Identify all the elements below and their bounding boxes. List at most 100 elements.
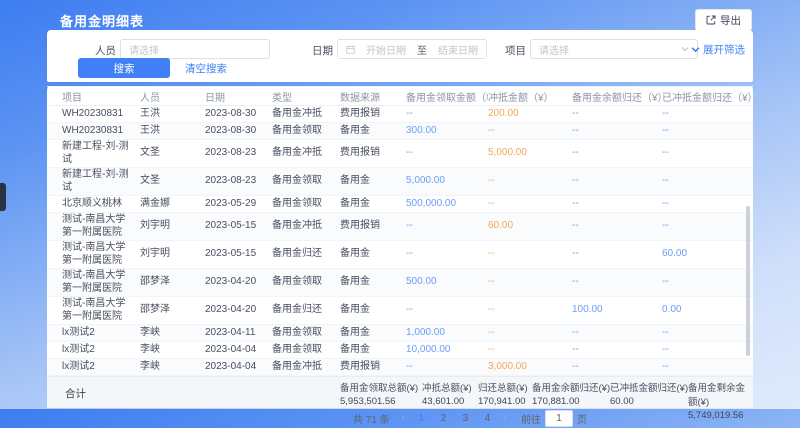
date-separator: 至	[417, 42, 427, 57]
table-cell: --	[488, 327, 572, 340]
table-row[interactable]: 北京顺义桃林满金娜2023-05-29备用金领取备用金500,000.00---…	[47, 196, 753, 213]
table-cell: 2023-04-11	[205, 327, 272, 340]
table-row[interactable]: lx测试2李峡2023-04-04备用金冲抵费用报销--3,000.00----	[47, 359, 753, 376]
person-select-placeholder: 请选择	[129, 42, 159, 57]
table-cell: 备用金	[340, 327, 406, 340]
table-cell: 500,000.00	[406, 198, 488, 211]
filter-panel: 人员 请选择 日期 开始日期 至 结束日期 项目 请选择	[47, 30, 753, 82]
table-body: WH20230831王洪2023-08-30备用金冲抵费用报销--200.00-…	[47, 106, 753, 376]
table-cell: --	[406, 304, 488, 317]
total-item-value: 60.00	[610, 396, 688, 407]
table-cell: 500.00	[406, 276, 488, 289]
project-select[interactable]: 请选择	[530, 39, 698, 59]
total-item: 备用金领取总额(¥)5,953,501.56	[340, 380, 418, 407]
total-item-value: 43,601.00	[422, 396, 472, 407]
chevron-down-icon	[681, 45, 689, 53]
goto-page-input[interactable]	[545, 410, 573, 427]
table-row[interactable]: 新建工程-刘-测试文圣2023-08-23备用金冲抵费用报销--5,000.00…	[47, 140, 753, 168]
table-cell: 备用金	[340, 248, 406, 261]
total-item-value: 5,749,019.56	[688, 410, 753, 421]
table-cell: lx测试2	[62, 327, 140, 340]
table-cell: 备用金归还	[272, 304, 340, 317]
table-cell: 2023-08-30	[205, 125, 272, 138]
column-header: 备用金余额归还（¥）	[572, 89, 662, 104]
table-cell: 2023-05-15	[205, 248, 272, 261]
table-cell: 刘宇明	[140, 220, 205, 233]
table-row[interactable]: 测试-南昌大学第一附属医院邵梦泽2023-04-20备用金领取备用金500.00…	[47, 269, 753, 297]
table-cell: --	[572, 220, 662, 233]
search-button[interactable]: 搜索	[78, 58, 170, 78]
vertical-scrollbar[interactable]	[746, 206, 750, 356]
table-row[interactable]: 新建工程-刘-测试文圣2023-08-23备用金领取备用金5,000.00---…	[47, 168, 753, 196]
page-number-button[interactable]: 1	[413, 410, 429, 426]
totals-label: 合计	[65, 386, 86, 401]
table-cell: --	[406, 248, 488, 261]
total-item-label: 备用金剩余金额(¥)	[688, 380, 753, 408]
table-cell: 备用金	[340, 198, 406, 211]
table-cell: 300.00	[406, 125, 488, 138]
export-button[interactable]: 导出	[695, 9, 752, 31]
table-cell: 费用报销	[340, 147, 406, 160]
table-cell: 费用报销	[340, 361, 406, 374]
table-cell: 备用金冲抵	[272, 147, 340, 160]
table-cell: 新建工程-刘-测试	[62, 141, 140, 166]
table-cell: 2023-08-30	[205, 108, 272, 121]
date-range-picker[interactable]: 开始日期 至 结束日期	[337, 39, 487, 59]
table-row[interactable]: WH20230831王洪2023-08-30备用金领取备用金300.00----…	[47, 123, 753, 140]
prev-page-button[interactable]: ‹	[400, 411, 408, 425]
table-cell: 测试-南昌大学第一附属医院	[62, 298, 140, 323]
column-header: 类型	[272, 89, 340, 104]
table-cell: 满金娜	[140, 198, 205, 211]
table-cell: 备用金领取	[272, 344, 340, 357]
table-cell: 备用金归还	[272, 248, 340, 261]
table-cell: 200.00	[488, 108, 572, 121]
table-cell: 费用报销	[340, 220, 406, 233]
table-row[interactable]: lx测试2李峡2023-04-04备用金领取备用金10,000.00------	[47, 342, 753, 359]
calendar-icon	[346, 45, 355, 54]
table-cell: 100.00	[572, 304, 662, 317]
pagination: 共 71 条 ‹ 1234 › 前往 页	[47, 408, 753, 428]
table-row[interactable]: WH20230831王洪2023-08-30备用金冲抵费用报销--200.00-…	[47, 106, 753, 123]
table-cell: 5,000.00	[488, 147, 572, 160]
page-number-button[interactable]: 2	[435, 410, 451, 426]
table-row[interactable]: 测试-南昌大学第一附属医院刘宇明2023-05-15备用金冲抵费用报销--60.…	[47, 213, 753, 241]
table-cell: --	[572, 198, 662, 211]
table-cell: --	[662, 361, 753, 374]
table-cell: 刘宇明	[140, 248, 205, 261]
page-number-button[interactable]: 3	[457, 410, 473, 426]
table-cell: --	[662, 198, 753, 211]
chevron-down-icon	[691, 45, 700, 54]
table-row[interactable]: 测试-南昌大学第一附属医院刘宇明2023-05-15备用金归还备用金------…	[47, 241, 753, 269]
column-header: 备用金领取金额（¥）	[406, 89, 488, 104]
expand-filters-button[interactable]: 展开筛选	[691, 42, 745, 57]
table-cell: 60.00	[488, 220, 572, 233]
table-cell: 备用金领取	[272, 125, 340, 138]
table-cell: WH20230831	[62, 125, 140, 138]
table-cell: 备用金	[340, 276, 406, 289]
table-cell: 文圣	[140, 175, 205, 188]
table-cell: --	[488, 198, 572, 211]
table-cell: --	[662, 147, 753, 160]
page-number-button[interactable]: 4	[479, 410, 495, 426]
goto-suffix: 页	[577, 411, 587, 426]
clear-search-button[interactable]: 清空搜索	[185, 61, 227, 76]
next-page-button[interactable]: ›	[501, 411, 509, 425]
person-select[interactable]: 请选择	[120, 39, 270, 59]
table-row[interactable]: lx测试2李峡2023-04-11备用金领取备用金1,000.00------	[47, 325, 753, 342]
table-cell: 备用金领取	[272, 198, 340, 211]
export-button-label: 导出	[720, 13, 741, 28]
table-cell: 新建工程-刘-测试	[62, 169, 140, 194]
table-row[interactable]: 测试-南昌大学第一附属医院邵梦泽2023-04-20备用金归还备用金----10…	[47, 297, 753, 325]
table-cell: 2023-08-23	[205, 175, 272, 188]
table-panel: 项目人员日期类型数据来源备用金领取金额（¥）冲抵金额（¥）备用金余额归还（¥）已…	[47, 86, 753, 400]
table-cell: 60.00	[662, 248, 753, 261]
total-item-label: 备用金余额归还(¥)	[532, 380, 610, 394]
collapsed-sidebar-handle[interactable]	[0, 183, 6, 211]
total-item: 备用金余额归还(¥)170,881.00	[532, 380, 610, 407]
table-cell: 北京顺义桃林	[62, 198, 140, 211]
date-start-placeholder: 开始日期	[366, 42, 406, 57]
total-item-value: 5,953,501.56	[340, 396, 418, 407]
total-item: 已冲抵金额归还(¥)60.00	[610, 380, 688, 407]
table-cell: --	[572, 125, 662, 138]
table-header-row: 项目人员日期类型数据来源备用金领取金额（¥）冲抵金额（¥）备用金余额归还（¥）已…	[47, 86, 753, 106]
